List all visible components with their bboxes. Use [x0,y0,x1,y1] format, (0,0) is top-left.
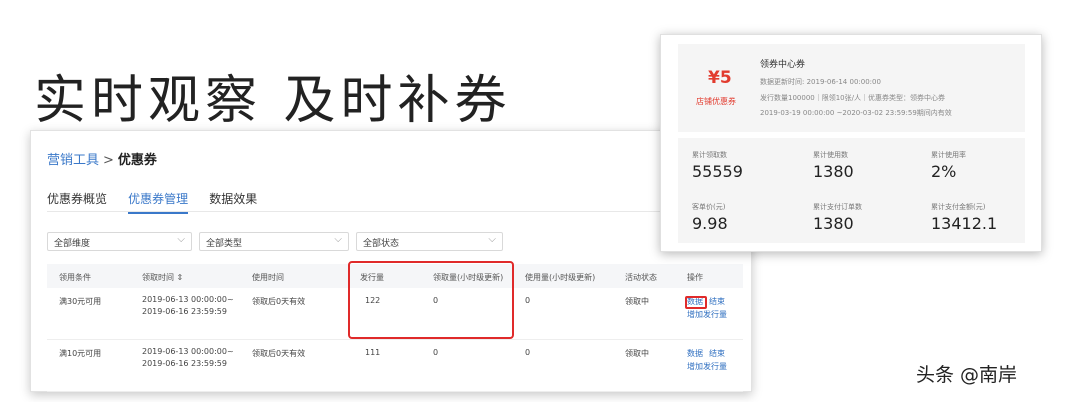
type-select-value: 全部类型 [206,239,243,249]
stat-value: 2% [931,162,957,181]
stat-value: 55559 [692,162,743,181]
cell-condition: 满10元可用 [59,349,102,358]
tab-coupon-overview[interactable]: 优惠券概览 [47,190,107,212]
chevron-down-icon: ⌵ [334,234,342,245]
breadcrumb-separator: > [103,153,114,168]
headline: 实时观察 及时补券 [34,71,512,131]
coupon-detail-card: ¥5 店铺优惠券 领券中心券 数据更新时间: 2019-06-14 00:00:… [660,34,1042,252]
cell-time-end: 2019-06-16 23:59:59 [142,359,227,368]
stat-value: 9.98 [692,214,728,233]
cell-condition: 满30元可用 [59,297,102,306]
tab-data-effect[interactable]: 数据效果 [209,190,257,212]
chevron-down-icon: ⌵ [488,234,496,245]
cell-used: 0 [525,348,531,357]
stat-value: 13412.1 [931,214,998,233]
tabs-divider [47,211,735,212]
stat-label: 累计支付订单数 [813,203,862,211]
coupon-update-time: 数据更新时间: 2019-06-14 00:00:00 [760,78,881,86]
coupon-title: 领券中心券 [760,60,806,70]
end-link[interactable]: 结束 [709,348,725,359]
add-issue-link[interactable]: 增加发行量 [687,309,727,320]
cell-claimed: 0 [433,348,439,357]
tab-bar: 优惠券概览 优惠券管理 数据效果 [47,188,273,214]
breadcrumb: 营销工具 > 优惠券 [47,149,157,168]
cell-time-start: 2019-06-13 00:00:00~ [142,295,234,304]
add-issue-link[interactable]: 增加发行量 [687,361,727,372]
coupon-stats: 累计领取数 55559 累计使用数 1380 累计使用率 2% 客单价(元) 9… [678,138,1025,243]
cell-status: 领取中 [625,349,649,358]
dimension-select[interactable]: 全部维度 ⌵ [47,232,192,251]
column-header-actions: 操作 [687,273,703,282]
type-select[interactable]: 全部类型 ⌵ [199,232,349,251]
stat-label: 累计使用数 [813,151,848,159]
status-select[interactable]: 全部状态 ⌵ [356,232,503,251]
end-link[interactable]: 结束 [709,296,725,307]
breadcrumb-link-marketing-tools[interactable]: 营销工具 [47,153,99,168]
stat-value: 1380 [813,214,854,233]
highlight-box-issue-claim [348,261,514,339]
table-row: 满10元可用 2019-06-13 00:00:00~ 2019-06-16 2… [47,340,743,392]
stat-label: 累计领取数 [692,151,727,159]
coupon-details: 发行数量100000｜限领10张/人｜优惠券类型：领券中心券 [760,94,945,102]
dimension-select-value: 全部维度 [54,239,91,249]
coupon-management-panel: 营销工具 > 优惠券 优惠券概览 优惠券管理 数据效果 全部维度 ⌵ 全部类型 ⌵ … [30,130,752,392]
column-header-used: 使用量(小时级更新) [525,273,596,282]
stat-label: 客单价(元) [692,203,726,211]
stat-label: 累计使用率 [931,151,966,159]
highlight-box-data-link [685,296,707,309]
coupon-summary: ¥5 店铺优惠券 领券中心券 数据更新时间: 2019-06-14 00:00:… [678,44,1025,132]
data-link[interactable]: 数据 [687,348,703,359]
cell-used: 0 [525,296,531,305]
status-select-value: 全部状态 [363,239,400,249]
column-header-condition: 领用条件 [59,273,91,282]
column-header-use-time: 使用时间 [252,273,284,282]
watermark: 头条 @南岸 [916,364,1018,386]
column-header-claim-time[interactable]: 领取时间 ⇕ [142,272,183,283]
cell-status: 领取中 [625,297,649,306]
cell-issued: 111 [365,348,381,357]
column-header-status: 活动状态 [625,273,657,282]
coupon-amount: ¥5 [708,68,732,88]
cell-use-time: 领取后0天有效 [252,349,306,358]
chevron-down-icon: ⌵ [177,234,185,245]
stat-label: 累计支付金额(元) [931,203,986,211]
stat-value: 1380 [813,162,854,181]
cell-time-end: 2019-06-16 23:59:59 [142,307,227,316]
coupon-type: 店铺优惠券 [696,97,736,106]
breadcrumb-current: 优惠券 [117,153,157,168]
coupon-validity: 2019-03-19 00:00:00 ~2020-03-02 23:59:59… [760,109,952,117]
cell-use-time: 领取后0天有效 [252,297,306,306]
cell-time-start: 2019-06-13 00:00:00~ [142,347,234,356]
